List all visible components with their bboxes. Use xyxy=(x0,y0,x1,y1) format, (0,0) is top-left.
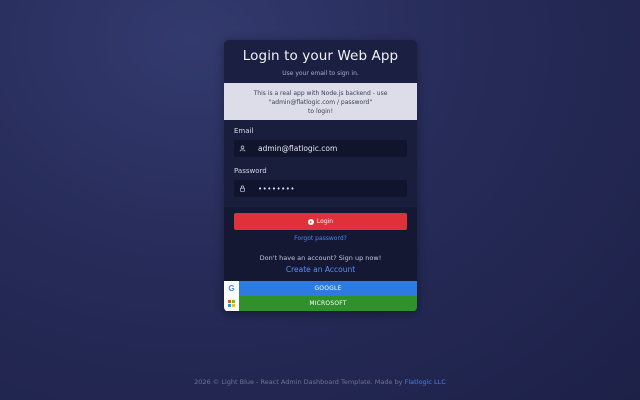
login-form: Email admin@flatlogic.com Password •••••… xyxy=(224,120,417,207)
microsoft-login-button[interactable]: MICROSOFT xyxy=(224,296,417,311)
google-login-button[interactable]: G GOOGLE xyxy=(224,281,417,296)
page-title: Login to your Web App xyxy=(242,48,399,64)
forgot-password-link[interactable]: Forgot password? xyxy=(234,235,407,242)
info-notice: This is a real app with Node.js backend … xyxy=(224,83,417,120)
email-field[interactable]: admin@flatlogic.com xyxy=(234,140,407,157)
signup-text: Don't have an account? Sign up now! xyxy=(259,254,382,262)
microsoft-icon xyxy=(224,296,239,311)
login-button-label: Login xyxy=(316,218,334,225)
google-button-label: GOOGLE xyxy=(239,281,417,296)
login-button[interactable]: Login xyxy=(234,213,407,230)
flatlogic-link[interactable]: Flatlogic LLC xyxy=(405,378,446,386)
notice-line-1: This is a real app with Node.js backend … xyxy=(253,90,388,97)
password-label: Password xyxy=(234,167,267,175)
notice-line-2: "admin@flatlogic.com / password" xyxy=(268,99,373,106)
create-account-link[interactable]: Create an Account xyxy=(234,265,407,281)
email-input[interactable]: admin@flatlogic.com xyxy=(251,144,337,153)
lock-icon xyxy=(234,185,251,192)
notice-line-3: to login! xyxy=(308,108,333,115)
microsoft-button-label: MICROSOFT xyxy=(239,296,417,311)
play-icon xyxy=(307,218,314,225)
login-header: Login to your Web App Use your email to … xyxy=(224,40,417,83)
email-label: Email xyxy=(234,127,254,135)
password-input[interactable]: •••••••• xyxy=(251,185,295,193)
password-field[interactable]: •••••••• xyxy=(234,180,407,197)
login-actions: Login Forgot password? Don't have an acc… xyxy=(224,207,417,281)
page-footer: 2026 © Light Blue - React Admin Dashboar… xyxy=(0,378,640,386)
footer-text: 2026 © Light Blue - React Admin Dashboar… xyxy=(194,378,403,386)
login-card: Login to your Web App Use your email to … xyxy=(224,40,417,312)
user-icon xyxy=(234,145,251,152)
page-subtitle: Use your email to sign in. xyxy=(282,70,359,77)
google-icon: G xyxy=(224,281,239,296)
